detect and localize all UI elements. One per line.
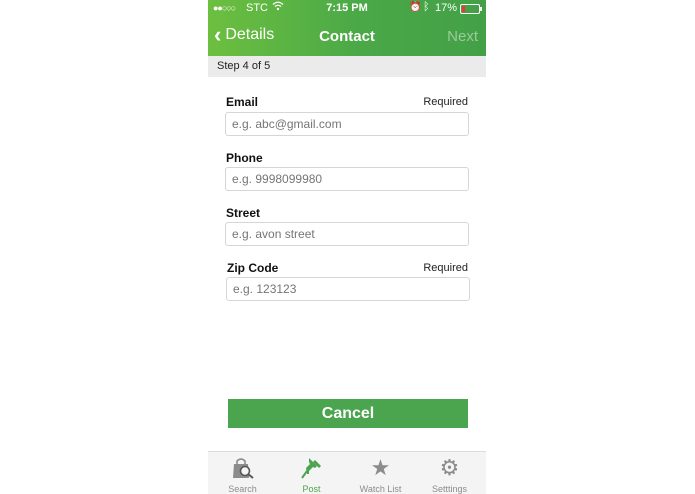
gear-icon: ⚙ [439, 455, 460, 480]
alarm-icon: ⏰ [409, 2, 422, 13]
street-label: Street [226, 206, 261, 220]
bluetooth-icon: ᛒ [423, 1, 430, 13]
tab-bar: Search Post ★ Watch List ⚙ Setttings [208, 451, 486, 494]
phone-screen: ●●○○○ STC 7:15 PM ⏰ ᛒ 17% ‹ Details Cont… [208, 0, 486, 494]
email-required-label: Required [423, 96, 468, 108]
zip-code-field[interactable] [226, 277, 470, 301]
tab-post[interactable]: Post [277, 452, 346, 494]
star-icon: ★ [370, 455, 391, 480]
tab-settings[interactable]: ⚙ Setttings [415, 452, 484, 494]
tab-watch-list[interactable]: ★ Watch List [346, 452, 415, 494]
tab-settings-label: Setttings [431, 484, 468, 494]
page-title: Contact [319, 28, 375, 45]
zip-code-label: Zip Code [227, 261, 279, 275]
battery-level [462, 6, 465, 12]
phone-label: Phone [226, 151, 263, 165]
tab-search[interactable]: Search [208, 452, 277, 494]
street-field[interactable] [225, 222, 469, 246]
cancel-button[interactable]: Cancel [228, 399, 468, 428]
tab-watch-list-label: Watch List [359, 484, 402, 494]
top-bar: ●●○○○ STC 7:15 PM ⏰ ᛒ 17% ‹ Details Cont… [208, 0, 486, 56]
email-field[interactable] [225, 112, 469, 136]
tab-search-label: Search [228, 484, 257, 494]
battery-icon [460, 4, 482, 14]
next-button[interactable]: Next [447, 28, 478, 45]
bag-search-icon [208, 456, 277, 480]
step-text: Step 4 of 5 [217, 60, 271, 72]
phone-field[interactable] [225, 167, 469, 191]
pushpin-icon [277, 456, 346, 480]
battery-percent: 17% [435, 2, 458, 14]
status-bar: ●●○○○ STC 7:15 PM ⏰ ᛒ 17% [208, 0, 486, 18]
email-label: Email [226, 95, 259, 109]
navigation-bar: ‹ Details Contact Next [208, 18, 486, 56]
zip-code-required-label: Required [423, 262, 468, 274]
tab-post-label: Post [302, 484, 321, 494]
step-indicator: Step 4 of 5 [208, 56, 486, 77]
